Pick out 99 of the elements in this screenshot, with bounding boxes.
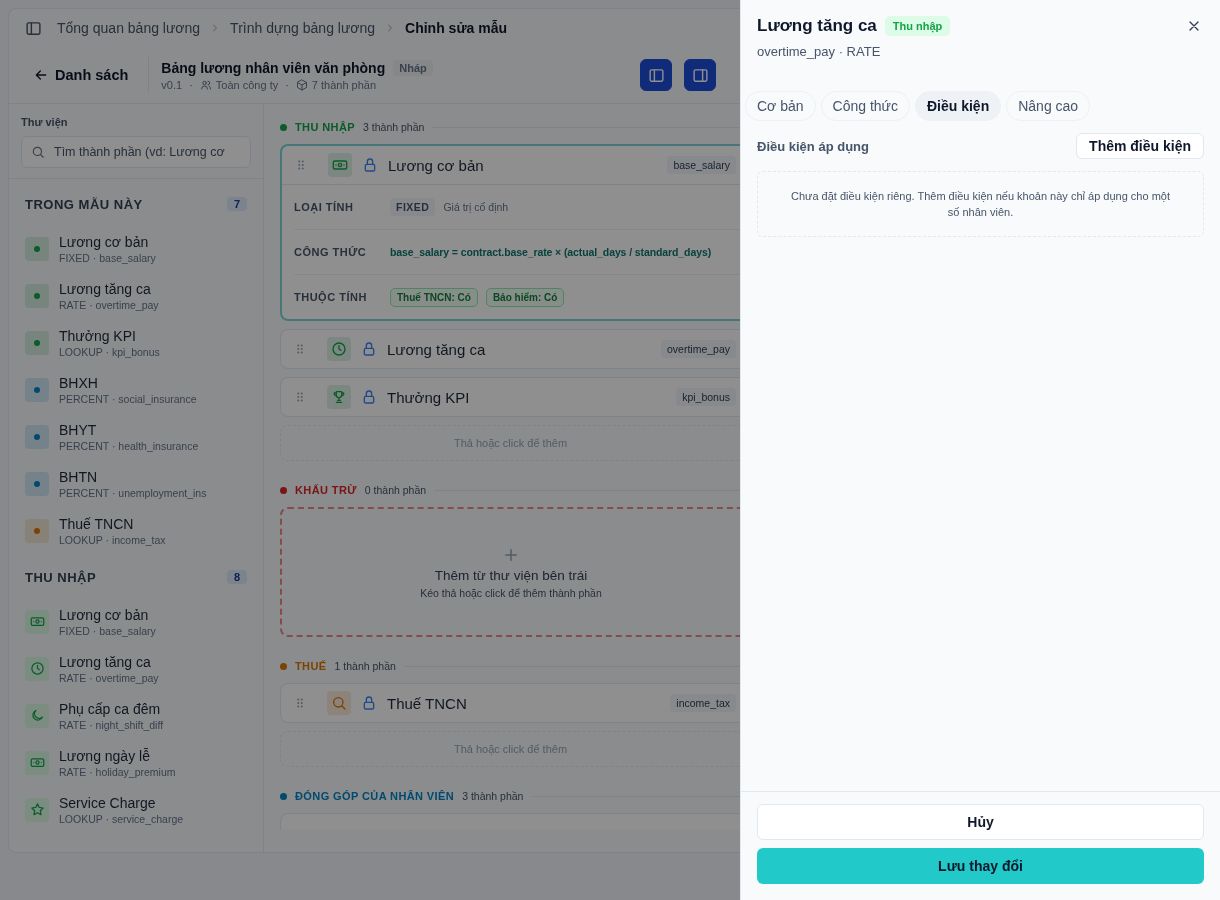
count-badge: 8 xyxy=(226,570,247,584)
field-label: CÔNG THỨC xyxy=(294,246,368,258)
moon-icon xyxy=(25,703,49,728)
clock-icon xyxy=(25,656,49,681)
sidebar-toggle-icon[interactable] xyxy=(25,19,42,37)
panel-right-icon xyxy=(691,66,709,84)
component-name[interactable]: BHTN xyxy=(59,468,207,485)
category-badge: Thu nhập xyxy=(884,16,951,36)
component-meta: RATE · holiday_premium xyxy=(59,765,176,778)
group-heading: TRONG MẪU NÀY xyxy=(25,196,143,212)
section-label: Điều kiện áp dụng xyxy=(757,138,869,154)
section-count: 0 thành phần xyxy=(364,484,427,496)
panel-left-icon xyxy=(647,66,665,84)
arrow-left-icon xyxy=(33,67,49,83)
component-meta: LOOKUP · service_charge xyxy=(59,812,184,825)
field-label: THUỘC TÍNH xyxy=(294,291,368,303)
lock-icon xyxy=(361,341,377,357)
type-description: Giá trị cố định xyxy=(443,201,509,213)
breadcrumb-link[interactable]: Trình dựng bảng lương xyxy=(230,20,376,36)
type-tag: FIXED xyxy=(390,198,436,216)
code-tag: kpi_bonus xyxy=(676,388,736,406)
version-text: v0.1 xyxy=(161,78,183,91)
component-meta: FIXED · base_salary xyxy=(59,251,156,264)
empty-state-text: Chưa đặt điều kiện riêng. Thêm điều kiện nếu khoản này chỉ áp dụng cho một số nhân viên. xyxy=(791,190,1170,218)
code-tag: overtime_pay xyxy=(660,340,736,358)
component-meta: RATE · overtime_pay xyxy=(59,671,159,684)
code-tag: income_tax xyxy=(670,694,736,712)
component-name[interactable]: Lương ngày lễ xyxy=(59,747,176,764)
field-label: LOẠI TÍNH xyxy=(294,201,355,213)
separator-dot: · xyxy=(189,78,193,91)
search-field[interactable]: Tìm thành phần (vd: Lương cơ xyxy=(21,136,251,168)
tab[interactable]: Công thức xyxy=(820,91,910,121)
tab[interactable]: Điều kiện xyxy=(914,91,1002,121)
lock-icon xyxy=(361,695,377,711)
section-count: 1 thành phần xyxy=(334,660,396,672)
section-title: KHẤU TRỪ xyxy=(295,484,357,496)
component-card[interactable]: Lương cơ bản base_salary LOẠI TÍNH FIXED Giá trị cố định CÔNG THỨC base_salary = contract.base_rate × (actual_days / standard_days) THUỘC TÍNH Thuế TNCN: Có Bảo hiểm: Có xyxy=(280,144,740,321)
component-meta: PERCENT · unemployment_ins xyxy=(59,486,207,499)
drawer-title: Lương tăng ca xyxy=(757,16,877,36)
drawer-subtitle: overtime_pay · RATE xyxy=(757,44,882,59)
add-condition-button[interactable]: Thêm điều kiện xyxy=(1076,133,1204,159)
card-title: Lương cơ bản xyxy=(388,156,484,174)
component-name[interactable]: Service Charge xyxy=(59,794,184,811)
group-heading: THU NHẬP xyxy=(25,569,97,585)
template-title: Bảng lương nhân viên văn phòng xyxy=(161,59,386,76)
component-name[interactable]: BHXH xyxy=(59,374,197,391)
component-meta: PERCENT · health_insurance xyxy=(59,439,199,452)
empty-title: Thêm từ thư viện bên trái xyxy=(434,567,588,583)
attribute-chip: Thuế TNCN: Có xyxy=(390,287,478,307)
code-tag: base_salary xyxy=(667,156,736,174)
empty-hint: Kéo thả hoặc click để thêm thành phần xyxy=(420,586,602,599)
component-name[interactable]: Thưởng KPI xyxy=(59,327,160,344)
component-meta: LOOKUP · income_tax xyxy=(59,533,166,546)
component-meta: FIXED · base_salary xyxy=(59,624,156,637)
search-icon xyxy=(31,145,45,159)
formula-text: base_salary = contract.base_rate × (actual_days / standard_days) xyxy=(390,246,712,258)
card-title: Thuế TNCN xyxy=(387,694,467,712)
section-title: ĐÓNG GÓP CỦA NHÂN VIÊN xyxy=(295,790,455,802)
component-name[interactable]: Lương cơ bản xyxy=(59,233,156,250)
scope-text: Toàn công ty xyxy=(215,78,279,91)
component-meta: PERCENT · social_insurance xyxy=(59,392,197,405)
section-count: 3 thành phần xyxy=(462,790,524,802)
component-name[interactable]: Phụ cấp ca đêm xyxy=(59,700,164,717)
tab[interactable]: Nâng cao xyxy=(1006,91,1091,121)
section-title: THU NHẬP xyxy=(295,121,356,133)
component-card[interactable]: Lương tăng ca overtime_pay xyxy=(280,329,740,369)
cash-icon xyxy=(25,750,49,775)
section-title: THUẾ xyxy=(295,660,327,672)
attribute-chip: Bảo hiểm: Có xyxy=(485,287,565,307)
status-badge: Nháp xyxy=(393,59,433,76)
count-badge: 7 xyxy=(226,197,247,211)
component-name[interactable]: Lương tăng ca xyxy=(59,653,159,670)
cancel-button[interactable]: Hủy xyxy=(757,804,1204,840)
component-card[interactable]: Thưởng KPI kpi_bonus xyxy=(280,377,740,417)
lock-icon xyxy=(361,389,377,405)
library-label: Thư viện xyxy=(21,116,69,128)
lock-icon xyxy=(362,157,378,173)
component-name[interactable]: BHYT xyxy=(59,421,199,438)
users-icon xyxy=(199,78,212,91)
separator-dot: · xyxy=(285,78,289,91)
component-name[interactable]: Lương tăng ca xyxy=(59,280,159,297)
card-title: Thưởng KPI xyxy=(387,388,470,406)
component-card[interactable]: Thuế TNCN income_tax xyxy=(280,683,740,723)
back-button[interactable]: Danh sách xyxy=(25,61,137,89)
component-meta: RATE · night_shift_diff xyxy=(59,718,164,731)
panel-left-toggle[interactable] xyxy=(640,59,672,91)
cube-icon xyxy=(295,78,308,91)
component-meta: LOOKUP · kpi_bonus xyxy=(59,345,160,358)
section-count: 3 thành phần xyxy=(363,121,425,133)
component-meta: RATE · overtime_pay xyxy=(59,298,159,311)
component-count: 7 thành phần xyxy=(311,78,377,91)
breadcrumb-link[interactable]: Tổng quan bảng lương xyxy=(57,20,201,36)
panel-right-toggle[interactable] xyxy=(684,59,716,91)
card-title: Lương tăng ca xyxy=(387,340,486,358)
component-name[interactable]: Thuế TNCN xyxy=(59,515,166,532)
cash-icon xyxy=(25,609,49,634)
component-name[interactable]: Lương cơ bản xyxy=(59,606,156,623)
tab[interactable]: Cơ bản xyxy=(745,91,816,121)
save-button[interactable]: Lưu thay đổi xyxy=(757,848,1204,884)
